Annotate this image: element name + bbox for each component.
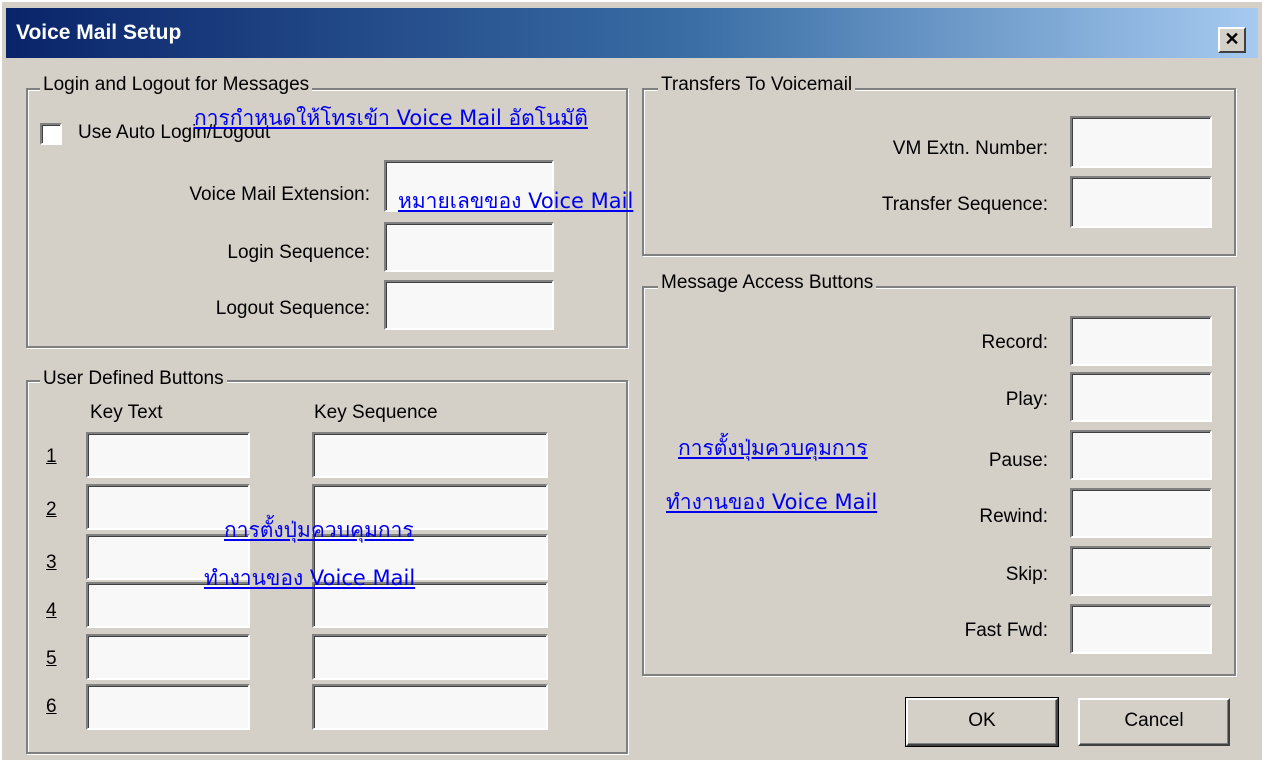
annotation-user-buttons-line1[interactable]: การตั้งปุ่มควบคุมการ xyxy=(224,514,414,547)
pause-input[interactable] xyxy=(1070,430,1212,480)
message-access-legend: Message Access Buttons xyxy=(658,272,877,294)
fast-fwd-label: Fast Fwd: xyxy=(964,620,1048,641)
record-input[interactable] xyxy=(1070,316,1212,366)
login-logout-legend: Login and Logout for Messages xyxy=(40,74,313,96)
skip-input[interactable] xyxy=(1070,546,1212,596)
logout-sequence-input[interactable] xyxy=(384,280,554,330)
annotation-user-buttons-line2[interactable]: ทำงานของ Voice Mail xyxy=(204,562,415,595)
key-text-header: Key Text xyxy=(90,402,163,423)
close-icon: ✕ xyxy=(1224,29,1240,49)
login-sequence-label: Login Sequence: xyxy=(227,242,370,263)
key-text-input[interactable] xyxy=(86,684,250,730)
key-text-input[interactable] xyxy=(86,634,250,680)
ok-button[interactable]: OK xyxy=(905,697,1059,747)
rewind-input[interactable] xyxy=(1070,488,1212,538)
row-number: 5 xyxy=(46,648,57,669)
annotation-vm-number[interactable]: หมายเลขของ Voice Mail xyxy=(398,185,633,218)
key-sequence-input[interactable] xyxy=(312,684,548,730)
key-sequence-input[interactable] xyxy=(312,432,548,478)
row-number: 2 xyxy=(46,499,57,520)
auto-login-checkbox[interactable] xyxy=(40,123,62,145)
rewind-label: Rewind: xyxy=(979,506,1048,527)
row-number: 3 xyxy=(46,552,57,573)
skip-label: Skip: xyxy=(1005,564,1048,585)
key-sequence-input[interactable] xyxy=(312,634,548,680)
play-input[interactable] xyxy=(1070,372,1212,422)
cancel-button-label: Cancel xyxy=(1124,710,1184,731)
annotation-access-line1[interactable]: การตั้งปุ่มควบคุมการ xyxy=(678,432,868,465)
close-button[interactable]: ✕ xyxy=(1218,27,1246,53)
title-bar[interactable]: Voice Mail Setup ✕ xyxy=(6,8,1258,58)
annotation-access-line2[interactable]: ทำงานของ Voice Mail xyxy=(666,486,877,519)
key-text-input[interactable] xyxy=(86,432,250,478)
transfer-sequence-input[interactable] xyxy=(1070,176,1212,228)
transfers-legend: Transfers To Voicemail xyxy=(658,74,856,96)
key-sequence-header: Key Sequence xyxy=(314,402,438,423)
vm-extn-input[interactable] xyxy=(1070,116,1212,168)
record-label: Record: xyxy=(981,332,1048,353)
row-number: 4 xyxy=(46,600,57,621)
fast-fwd-input[interactable] xyxy=(1070,604,1212,654)
annotation-auto-login[interactable]: การกำหนดให้โทรเข้า Voice Mail อัตโนมัติ xyxy=(194,102,588,135)
logout-sequence-label: Logout Sequence: xyxy=(215,298,370,319)
transfers-group xyxy=(642,88,1236,256)
ok-button-label: OK xyxy=(968,710,996,731)
pause-label: Pause: xyxy=(988,450,1048,471)
login-sequence-input[interactable] xyxy=(384,222,554,272)
vm-extn-label: VM Extn. Number: xyxy=(892,138,1048,159)
play-label: Play: xyxy=(1005,389,1048,410)
row-number: 1 xyxy=(46,446,57,467)
user-defined-buttons-legend: User Defined Buttons xyxy=(40,368,227,390)
voice-mail-setup-dialog: Voice Mail Setup ✕ Login and Logout for … xyxy=(0,0,1262,760)
transfer-sequence-label: Transfer Sequence: xyxy=(881,194,1048,215)
cancel-button[interactable]: Cancel xyxy=(1078,698,1230,746)
row-number: 6 xyxy=(46,696,57,717)
voice-mail-extension-label: Voice Mail Extension: xyxy=(189,184,370,205)
window-title: Voice Mail Setup xyxy=(16,21,182,44)
